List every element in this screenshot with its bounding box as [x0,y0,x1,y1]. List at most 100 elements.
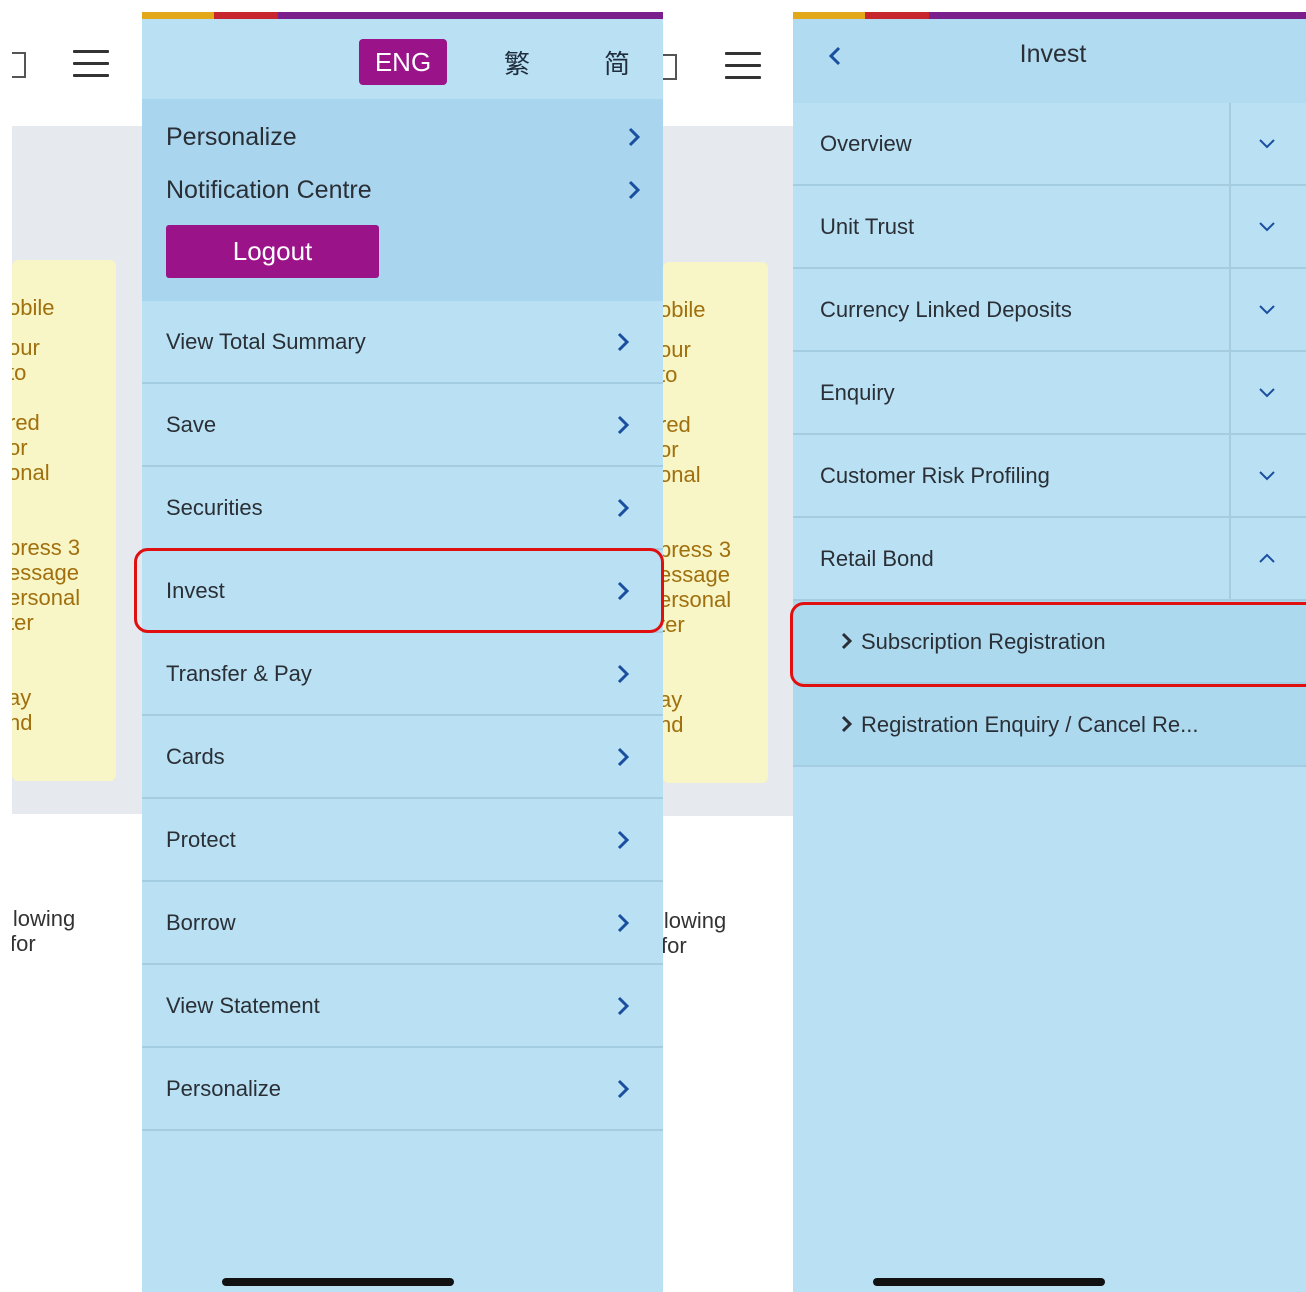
language-simplified-button[interactable]: 简 [604,39,630,85]
account-item-label: Personalize [166,122,297,151]
chevron-right-icon [611,1077,635,1101]
chevron-left-icon[interactable] [823,41,847,71]
navigation-menu-panel: ENG 繁 简 Personalize Notification Centre … [142,12,663,1292]
chevron-down-icon[interactable] [1255,463,1279,487]
card-text: or [663,437,679,462]
invest-section-overview[interactable]: Overview [793,103,1306,186]
chevron-right-icon [611,911,635,935]
menu-item-protect[interactable]: Protect [142,799,663,882]
menu-item-label: Cards [166,743,225,769]
menu-item-personalize[interactable]: Personalize [142,1048,663,1131]
brand-stripe-red [865,12,929,19]
card-text: ersonal [663,587,732,612]
chevron-down-icon[interactable] [1255,380,1279,404]
brand-stripe-purple [929,12,1306,19]
menu-item-label: Borrow [166,909,236,935]
card-text: press 3 [12,535,81,560]
divider [1229,269,1231,352]
menu-item-label: Transfer & Pay [166,660,312,686]
background-app-middle: obile our to red or onal press 3 essage … [663,0,793,1292]
card-text: red [663,412,691,437]
hamburger-icon[interactable] [725,52,761,80]
background-promo-card: obile our to red or onal press 3 essage … [663,262,768,783]
hamburger-icon[interactable] [73,50,109,78]
chevron-right-icon [611,330,635,354]
menu-item-label: Protect [166,826,236,852]
card-text: nd [663,712,684,737]
brand-stripe-yellow [142,12,214,19]
background-header [663,12,793,126]
menu-item-cards[interactable]: Cards [142,716,663,799]
card-text: nd [12,710,33,735]
menu-item-save[interactable]: Save [142,384,663,467]
card-text: obile [663,297,706,322]
language-selector: ENG 繁 简 [142,19,663,99]
brand-stripe-red [214,12,278,19]
account-item-notification-centre[interactable]: Notification Centre [166,170,646,210]
invest-section-label: Retail Bond [820,545,934,571]
external-link-icon [12,52,26,78]
retail-bond-registration-enquiry[interactable]: Registration Enquiry / Cancel Re... [793,684,1306,767]
highlight-subscription-registration [790,602,1306,687]
background-text: llowing [663,908,727,933]
chevron-right-icon [622,178,646,202]
card-text: ter [663,612,685,637]
account-item-label: Notification Centre [166,175,372,204]
invest-section-enquiry[interactable]: Enquiry [793,352,1306,435]
menu-item-label: Securities [166,494,263,520]
background-promo-card: obile our to red or onal press 3 essage … [12,260,116,781]
account-section: Personalize Notification Centre Logout [142,99,663,301]
divider [1229,435,1231,518]
chevron-right-icon [611,413,635,437]
card-text: obile [12,295,55,320]
invest-section-label: Customer Risk Profiling [820,462,1050,488]
card-text: our [663,337,691,362]
card-text: ay [663,687,683,712]
brand-stripe-yellow [793,12,865,19]
chevron-up-icon[interactable] [1255,546,1279,570]
home-indicator [873,1278,1105,1286]
menu-item-label: View Total Summary [166,328,366,354]
home-indicator [222,1278,454,1286]
invest-section-label: Enquiry [820,379,895,405]
chevron-down-icon[interactable] [1255,297,1279,321]
invest-section-label: Overview [820,130,912,156]
chevron-down-icon[interactable] [1255,131,1279,155]
chevron-right-icon [611,994,635,1018]
invest-section-unit-trust[interactable]: Unit Trust [793,186,1306,269]
divider [1229,352,1231,435]
divider [1229,186,1231,269]
chevron-right-icon [611,662,635,686]
chevron-right-icon [611,496,635,520]
background-app-left: obile our to red or onal press 3 essage … [12,0,142,1292]
card-text: red [12,410,40,435]
language-traditional-button[interactable]: 繁 [504,39,530,85]
chevron-right-icon [611,828,635,852]
menu-item-borrow[interactable]: Borrow [142,882,663,965]
background-text: llowing [12,906,76,931]
retail-bond-item-label: Registration Enquiry / Cancel Re... [861,711,1199,737]
chevron-right-icon [839,712,855,736]
account-item-personalize[interactable]: Personalize [166,117,646,157]
card-text: essage [12,560,79,585]
logout-button[interactable]: Logout [166,225,379,278]
menu-item-label: Personalize [166,1075,281,1101]
card-text: ter [12,610,34,635]
invest-section-label: Currency Linked Deposits [820,296,1072,322]
chevron-down-icon[interactable] [1255,214,1279,238]
invest-section-customer-risk-profiling[interactable]: Customer Risk Profiling [793,435,1306,518]
invest-section-currency-linked-deposits[interactable]: Currency Linked Deposits [793,269,1306,352]
menu-item-view-total-summary[interactable]: View Total Summary [142,301,663,384]
menu-item-label: Save [166,411,217,437]
card-text: our [12,335,40,360]
card-text: ay [12,685,32,710]
highlight-invest [134,548,664,633]
invest-header: Invest [793,19,1306,103]
invest-section-retail-bond[interactable]: Retail Bond [793,518,1306,601]
menu-item-transfer-pay[interactable]: Transfer & Pay [142,633,663,716]
language-eng-button[interactable]: ENG [359,39,447,85]
card-text: ersonal [12,585,81,610]
menu-item-view-statement[interactable]: View Statement [142,965,663,1048]
menu-item-securities[interactable]: Securities [142,467,663,550]
card-text: to [12,360,27,385]
